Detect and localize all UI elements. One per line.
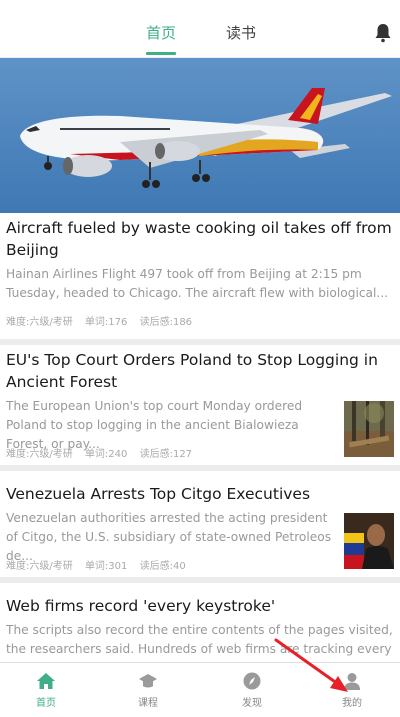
article-title[interactable]: Aircraft fueled by waste cooking oil tak… <box>6 217 394 261</box>
reader-count: 读后感:127 <box>139 449 193 460</box>
article-summary: Hainan Airlines Flight 497 took off from… <box>6 267 389 300</box>
nav-label: 课程 <box>138 698 158 709</box>
article-meta: 难度:六级/考研 单词:240 读后感:127 <box>6 445 201 460</box>
article-title[interactable]: Venezuela Arrests Top Citgo Executives <box>6 483 394 505</box>
article-thumbnail-portrait[interactable] <box>344 513 394 569</box>
tab-active-indicator <box>146 52 176 55</box>
difficulty-label: 难度:六级/考研 <box>6 449 73 460</box>
article-title[interactable]: Web firms record 'every keystroke' <box>6 595 394 617</box>
word-count: 单词:301 <box>84 561 128 572</box>
difficulty-label: 难度:六级/考研 <box>6 317 73 328</box>
reader-count: 读后感:186 <box>139 317 193 328</box>
nav-profile[interactable]: 我的 <box>322 663 382 717</box>
top-bar: 首页 读书 <box>0 0 400 57</box>
bell-icon[interactable] <box>374 23 392 43</box>
article-meta: 难度:六级/考研 单词:301 读后感:40 <box>6 557 195 572</box>
nav-label: 首页 <box>36 698 56 709</box>
nav-label: 我的 <box>342 698 362 709</box>
word-count: 单词:240 <box>84 449 128 460</box>
nav-home[interactable]: 首页 <box>16 663 76 717</box>
article-card[interactable]: Venezuela Arrests Top Citgo Executives V… <box>0 471 400 577</box>
difficulty-label: 难度:六级/考研 <box>6 561 73 572</box>
article-card[interactable]: Web firms record 'every keystroke' The s… <box>0 583 400 662</box>
tab-home[interactable]: 首页 <box>146 22 176 43</box>
home-icon <box>37 673 55 689</box>
nav-courses[interactable]: 课程 <box>118 663 178 717</box>
bottom-nav: 首页 课程 发现 我的 <box>0 662 400 717</box>
nav-discover[interactable]: 发现 <box>222 663 282 717</box>
hero-image-airplane[interactable] <box>0 58 400 213</box>
article-thumbnail-forest[interactable] <box>344 401 394 457</box>
user-icon <box>344 673 360 690</box>
article-title[interactable]: EU's Top Court Orders Poland to Stop Log… <box>6 349 394 393</box>
compass-icon <box>243 672 261 690</box>
article-summary: The scripts also record the entire conte… <box>6 623 393 656</box>
article-meta: 难度:六级/考研 单词:176 读后感:186 <box>6 313 201 328</box>
nav-label: 发现 <box>242 698 262 709</box>
tab-reading[interactable]: 读书 <box>226 22 256 43</box>
article-card[interactable]: Aircraft fueled by waste cooking oil tak… <box>0 213 400 339</box>
article-card[interactable]: EU's Top Court Orders Poland to Stop Log… <box>0 345 400 465</box>
word-count: 单词:176 <box>84 317 128 328</box>
graduation-cap-icon <box>139 674 157 688</box>
reader-count: 读后感:40 <box>139 561 186 572</box>
